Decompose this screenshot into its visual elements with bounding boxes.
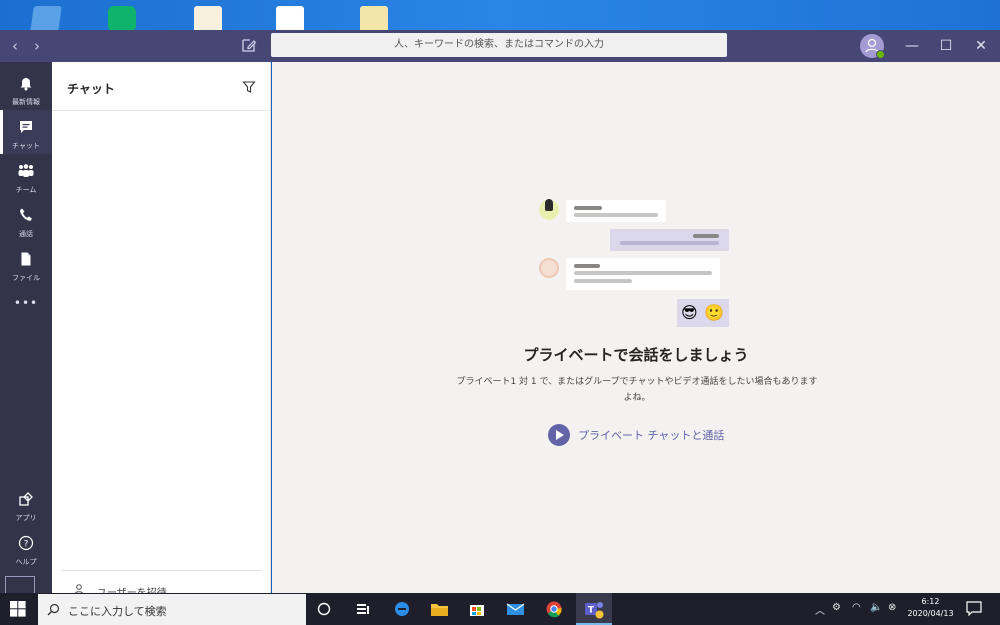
- presence-available-icon: [876, 50, 885, 59]
- svg-text:T: T: [588, 606, 595, 616]
- back-arrow-icon[interactable]: ‹: [8, 37, 22, 55]
- message-line: [693, 234, 719, 238]
- message-line: [574, 213, 658, 217]
- appbar-label: 通話: [19, 230, 33, 238]
- store-icon[interactable]: [5, 576, 35, 593]
- bell-icon: [20, 78, 32, 91]
- appbar-item-teams[interactable]: チーム: [0, 154, 52, 198]
- person-hair-icon: [545, 199, 553, 211]
- apps-icon: [19, 492, 33, 506]
- task-view-icon[interactable]: [350, 597, 380, 621]
- appbar-item-activity[interactable]: 最新情報: [0, 66, 52, 110]
- invite-user-link[interactable]: ユーザーを招待: [62, 570, 261, 599]
- network-icon[interactable]: ◠: [852, 602, 861, 613]
- appbar-label: 最新情報: [12, 98, 40, 106]
- cortana-icon[interactable]: [312, 597, 342, 621]
- appbar-item-files[interactable]: ファイル: [0, 242, 52, 286]
- desktop-area: [0, 0, 1000, 30]
- clock-date: 2020/04/13: [907, 609, 954, 618]
- chat-main-area: 😎 🙂 プライベートで会話をしましょう プライベート1 対 1 で、またはグルー…: [272, 62, 1000, 593]
- message-line: [574, 264, 600, 268]
- message-bubble: [566, 200, 666, 222]
- message-line: [574, 206, 602, 210]
- avatar[interactable]: [860, 34, 885, 59]
- phone-icon: [20, 208, 32, 221]
- file-desktop-icon[interactable]: [360, 6, 388, 30]
- filter-icon[interactable]: [242, 80, 256, 94]
- teams-icon: [18, 164, 34, 177]
- chat-list-panel: チャット ユーザーを招待: [52, 62, 271, 599]
- appbar-label: アプリ: [15, 514, 37, 522]
- start-private-chat-label: プライベート チャットと通話: [578, 429, 725, 442]
- notification-center-icon[interactable]: [965, 600, 983, 616]
- teams-titlebar: ‹ › 人、キーワードの検索、またはコマンドの入力 — ☐ ✕: [0, 30, 1000, 62]
- taskbar-search-input[interactable]: ここに入力して検索: [38, 594, 306, 625]
- folder-desktop-icon[interactable]: [30, 6, 62, 30]
- search-input[interactable]: 人、キーワードの検索、またはコマンドの入力: [271, 33, 727, 57]
- clock-time: 6:12: [921, 597, 940, 606]
- sunglasses-emoji-icon: 😎: [681, 303, 698, 322]
- maximize-button[interactable]: ☐: [934, 34, 958, 58]
- word-desktop-icon[interactable]: [276, 6, 304, 30]
- chat-icon: [20, 121, 32, 133]
- message-bubble: [566, 258, 720, 290]
- app-desktop-icon[interactable]: [108, 6, 136, 30]
- close-button[interactable]: ✕: [969, 34, 993, 58]
- teams-taskbar-button[interactable]: T: [576, 593, 612, 625]
- svg-text:?: ?: [24, 540, 29, 550]
- forward-arrow-icon[interactable]: ›: [30, 37, 44, 55]
- message-line: [574, 271, 712, 275]
- tray-app-icon[interactable]: ⚙: [832, 602, 841, 613]
- teams-app-icon: T: [585, 602, 604, 619]
- edge-icon[interactable]: [388, 597, 418, 621]
- person-avatar-icon: [539, 258, 559, 278]
- message-line: [574, 279, 632, 283]
- ime-icon[interactable]: ⊗: [888, 602, 896, 613]
- appbar-item-calls[interactable]: 通話: [0, 198, 52, 242]
- minimize-button[interactable]: —: [900, 34, 924, 58]
- tray-overflow-icon[interactable]: ︿: [815, 602, 825, 617]
- mail-icon[interactable]: [501, 597, 531, 621]
- search-icon: [47, 603, 60, 616]
- appbar-item-chat[interactable]: チャット: [0, 110, 52, 154]
- appbar-label: ヘルプ: [15, 558, 37, 566]
- document-desktop-icon[interactable]: [194, 6, 222, 30]
- empty-state-description: プライベート1 対 1 で、またはグループでチャットやビデオ通話をしたい場合もあ…: [456, 377, 818, 403]
- appbar-label: ファイル: [12, 274, 40, 282]
- chat-panel-title: チャット: [67, 82, 115, 96]
- app-bar: 最新情報 チャット チーム 通話 ファイル ••• アプリ ? ヘルプ: [0, 62, 52, 593]
- help-icon: ?: [18, 535, 34, 551]
- empty-state-title: プライベートで会話をしましょう: [523, 346, 749, 364]
- appbar-item-apps[interactable]: アプリ: [0, 482, 52, 526]
- store-icon[interactable]: [463, 597, 493, 621]
- volume-icon[interactable]: 🔈: [870, 602, 882, 613]
- windows-start-icon[interactable]: [10, 601, 26, 617]
- windows-taskbar: ここに入力して検索 T ︿ ⚙ ◠ 🔈 ⊗ 6:12 2020/04/13: [0, 593, 1000, 625]
- emoji-bubble: 😎 🙂: [677, 299, 729, 327]
- appbar-label: チャット: [12, 142, 40, 150]
- play-icon: [548, 424, 570, 446]
- appbar-item-more[interactable]: •••: [0, 286, 52, 330]
- smile-emoji-icon: 🙂: [704, 303, 724, 322]
- message-bubble-self: [610, 229, 729, 251]
- divider: [52, 110, 271, 111]
- file-explorer-icon[interactable]: [425, 597, 455, 621]
- system-clock[interactable]: 6:12 2020/04/13: [903, 596, 958, 620]
- appbar-label: チーム: [15, 186, 37, 194]
- taskbar-search-placeholder: ここに入力して検索: [68, 605, 167, 618]
- chrome-icon[interactable]: [540, 597, 570, 621]
- file-icon: [21, 252, 31, 266]
- message-line: [620, 241, 719, 245]
- more-icon: •••: [13, 296, 39, 310]
- compose-icon[interactable]: [240, 36, 258, 54]
- appbar-item-help[interactable]: ? ヘルプ: [0, 526, 52, 570]
